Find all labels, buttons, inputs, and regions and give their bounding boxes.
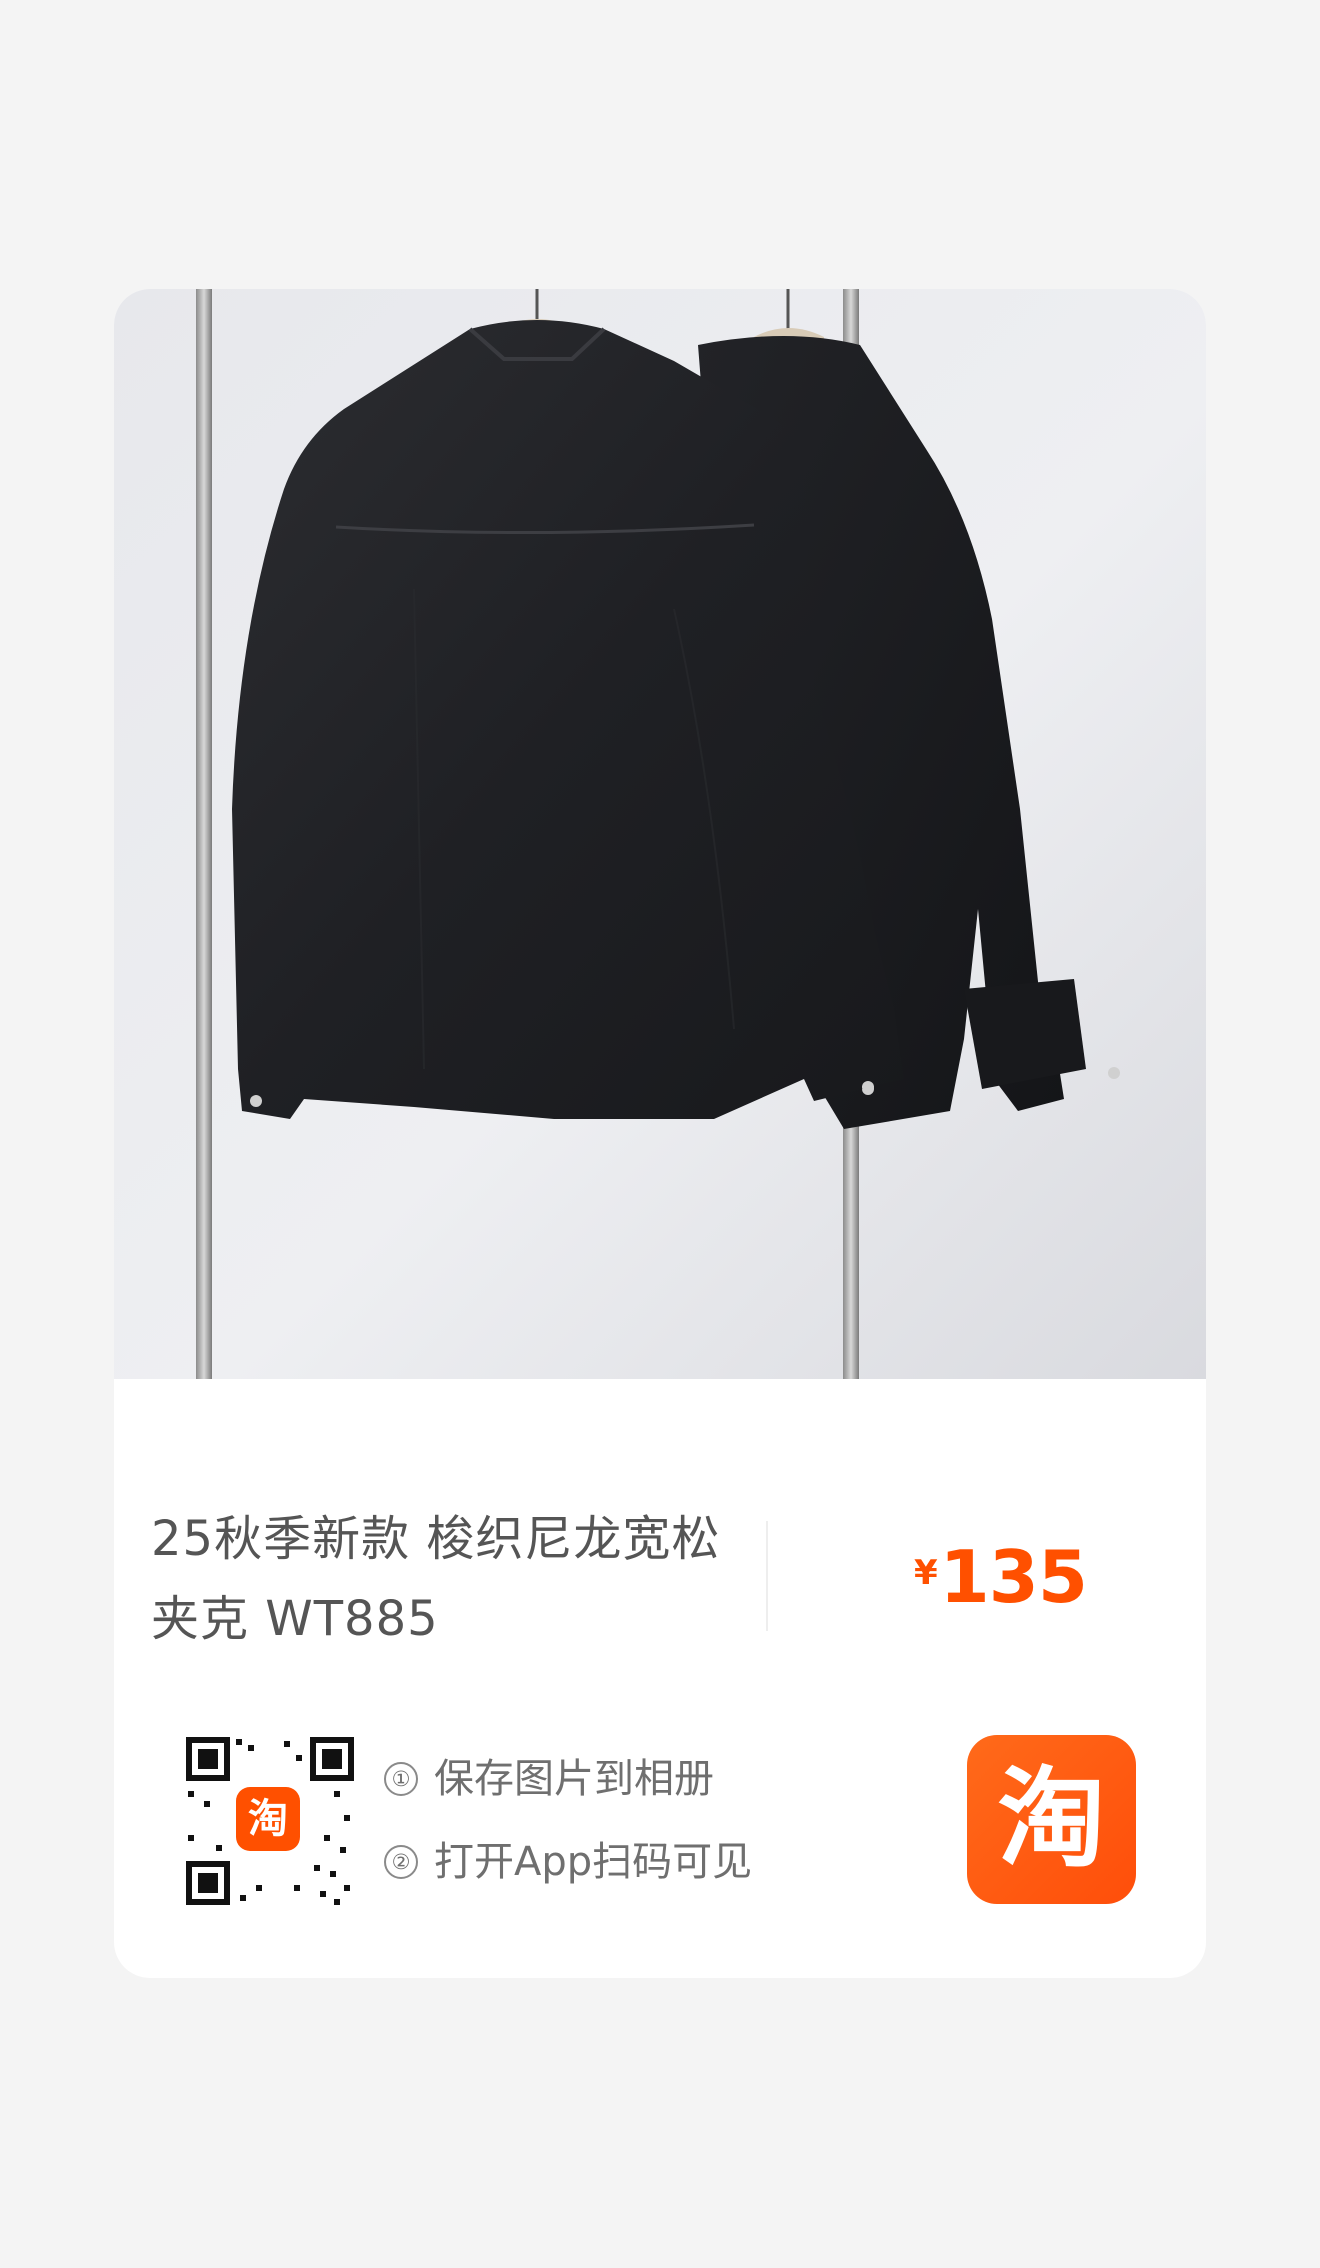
taobao-app-logo-icon[interactable]: 淘 bbox=[967, 1735, 1136, 1904]
product-image[interactable] bbox=[114, 289, 1206, 1379]
product-price: ¥135 bbox=[914, 1535, 1088, 1619]
price-amount: 135 bbox=[939, 1535, 1088, 1619]
instruction-step-1: ① 保存图片到相册 bbox=[384, 1751, 714, 1807]
instruction-step-2: ② 打开App扫码可见 bbox=[384, 1834, 752, 1890]
product-title-line-2: 夹克 WT885 bbox=[151, 1591, 439, 1647]
currency-symbol: ¥ bbox=[914, 1553, 938, 1593]
qr-code[interactable]: 淘 bbox=[184, 1735, 356, 1907]
product-share-card: 25秋季新款 梭织尼龙宽松 夹克 WT885 ¥135 淘 ① 保存图片到相册 … bbox=[114, 289, 1206, 1978]
step-2-number: ② bbox=[384, 1845, 418, 1879]
taobao-qr-badge-icon: 淘 bbox=[236, 1787, 300, 1851]
step-2-text: 打开App扫码可见 bbox=[434, 1839, 753, 1885]
step-1-text: 保存图片到相册 bbox=[434, 1756, 714, 1802]
divider bbox=[766, 1521, 768, 1631]
rack-pole-left bbox=[196, 289, 212, 1379]
product-title-line-1: 25秋季新款 梭织尼龙宽松 bbox=[151, 1511, 721, 1567]
step-1-number: ① bbox=[384, 1762, 418, 1796]
product-title[interactable]: 25秋季新款 梭织尼龙宽松 夹克 WT885 bbox=[151, 1499, 751, 1659]
